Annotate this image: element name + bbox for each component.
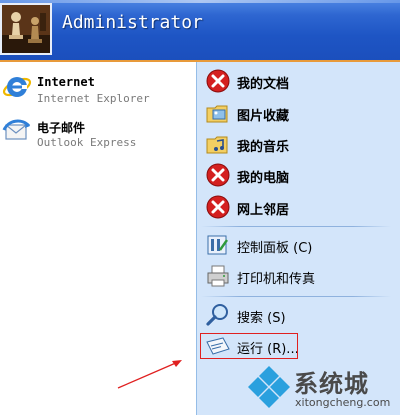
pinned-item-subtitle: Outlook Express [37, 136, 137, 149]
menu-item-label: 我的电脑 [237, 171, 290, 186]
menu-item-label: 控制面板 (C) [237, 241, 313, 256]
user-name: Administrator [62, 12, 203, 33]
chess-pieces-icon [2, 5, 50, 53]
menu-item-my-music[interactable]: 我的音乐 [201, 129, 397, 159]
menu-item-label: 运行 (R)... [237, 342, 299, 357]
menu-item-network-places[interactable]: 网上邻居 [201, 192, 397, 222]
menu-item-search[interactable]: 搜索 (S) [201, 300, 397, 330]
menu-item-my-computer[interactable]: 我的电脑 [201, 160, 397, 190]
menu-item-label: 图片收藏 [237, 109, 290, 124]
red-arrow-icon [117, 360, 182, 389]
menu-item-printers-faxes[interactable]: 打印机和传真 [201, 261, 397, 291]
pinned-item-title: Internet [37, 75, 95, 89]
pinned-item-internet[interactable]: Internet Internet Explorer [0, 70, 196, 110]
user-avatar[interactable] [0, 3, 52, 55]
search-icon [205, 302, 231, 328]
internet-explorer-icon [2, 72, 32, 102]
run-icon [205, 333, 231, 359]
music-folder-icon [205, 131, 231, 157]
pictures-folder-icon [205, 100, 231, 126]
menu-item-label: 网上邻居 [237, 203, 290, 218]
control-panel-icon [205, 232, 231, 258]
printer-icon [205, 263, 231, 289]
error-x-icon [205, 68, 231, 94]
places-pane: 我的文档 图片收藏 我的音乐 我的电脑 网上邻居 控制面板 (C) 打印机和传真… [196, 62, 400, 415]
menu-item-my-documents[interactable]: 我的文档 [201, 66, 397, 96]
menu-item-label: 我的文档 [237, 77, 290, 92]
menu-item-label: 搜索 (S) [237, 311, 286, 326]
start-menu-header: Administrator [0, 0, 400, 62]
menu-item-run[interactable]: 运行 (R)... [201, 331, 397, 361]
separator [201, 226, 391, 227]
menu-item-control-panel[interactable]: 控制面板 (C) [201, 230, 397, 260]
pinned-item-email[interactable]: 电子邮件 Outlook Express [0, 114, 196, 154]
pinned-item-title: 电子邮件 [37, 121, 86, 135]
pinned-item-subtitle: Internet Explorer [37, 92, 150, 105]
outlook-express-icon [2, 116, 32, 146]
menu-item-label: 打印机和传真 [237, 272, 316, 287]
error-x-icon [205, 162, 231, 188]
error-x-icon [205, 194, 231, 220]
separator [201, 296, 391, 297]
menu-item-my-pictures[interactable]: 图片收藏 [201, 98, 397, 128]
menu-item-label: 我的音乐 [237, 140, 290, 155]
